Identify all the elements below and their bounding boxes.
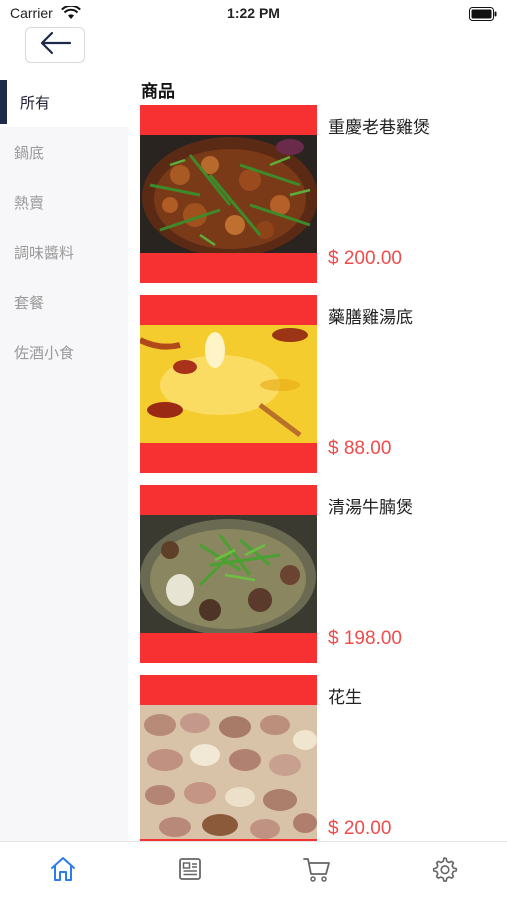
product-price: $ 20.00 [328, 818, 392, 839]
sidebar-item-label: 鍋底 [14, 143, 45, 162]
battery-icon [469, 6, 497, 25]
cart-icon [302, 855, 332, 887]
product-image [140, 105, 317, 283]
sidebar-item-label: 調味醬料 [14, 243, 75, 262]
sidebar-item-label: 熱賣 [14, 193, 45, 212]
tab-cart[interactable] [254, 842, 381, 900]
sidebar-item-sauces[interactable]: 調味醬料 [0, 227, 128, 277]
product-price: $ 200.00 [328, 248, 402, 269]
sidebar-item-set-meals[interactable]: 套餐 [0, 277, 128, 327]
category-sidebar: 所有 鍋底 熱賣 調味醬料 套餐 佐酒小食 [0, 77, 128, 841]
product-name: 花生 [328, 688, 362, 708]
sidebar-item-label: 佐酒小食 [14, 343, 75, 362]
product-name: 重慶老巷雞煲 [328, 118, 430, 138]
product-price: $ 198.00 [328, 628, 402, 649]
tab-settings[interactable] [380, 842, 507, 900]
tab-home[interactable] [0, 842, 127, 900]
product-image [140, 485, 317, 663]
home-icon [49, 855, 77, 887]
arrow-left-icon [38, 31, 72, 59]
settings-icon [430, 855, 458, 887]
peanuts-photo [140, 705, 317, 839]
product-image [140, 675, 317, 841]
product-list: 重慶老巷雞煲 $ 200.00 藥膳雞湯底 $ 88.00 清湯牛腩煲 $ 19… [140, 105, 507, 841]
product-card[interactable]: 花生 $ 20.00 [140, 675, 507, 841]
bottom-tab-bar [0, 841, 507, 900]
sidebar-item-all[interactable]: 所有 [0, 77, 128, 127]
product-image [140, 295, 317, 473]
sidebar-item-hot-sale[interactable]: 熱賣 [0, 177, 128, 227]
product-name: 藥膳雞湯底 [328, 308, 413, 328]
sidebar-item-snacks[interactable]: 佐酒小食 [0, 327, 128, 377]
product-price: $ 88.00 [328, 438, 392, 459]
product-name: 清湯牛腩煲 [328, 498, 413, 518]
tab-news[interactable] [127, 842, 254, 900]
news-icon [176, 855, 204, 887]
sidebar-item-label: 所有 [20, 93, 51, 112]
sidebar-item-label: 套餐 [14, 293, 45, 312]
back-button[interactable] [25, 27, 85, 63]
beef-brisket-photo [140, 515, 317, 633]
product-card[interactable]: 清湯牛腩煲 $ 198.00 [140, 485, 507, 675]
product-card[interactable]: 藥膳雞湯底 $ 88.00 [140, 295, 507, 485]
chicken-pot-photo [140, 135, 317, 253]
status-time: 1:22 PM [227, 5, 280, 21]
herbal-soup-photo [140, 325, 317, 443]
sidebar-item-hotpot-base[interactable]: 鍋底 [0, 127, 128, 177]
product-card[interactable]: 重慶老巷雞煲 $ 200.00 [140, 105, 507, 295]
status-bar: Carrier 1:22 PM [0, 0, 507, 28]
section-title: 商品 [141, 82, 175, 102]
